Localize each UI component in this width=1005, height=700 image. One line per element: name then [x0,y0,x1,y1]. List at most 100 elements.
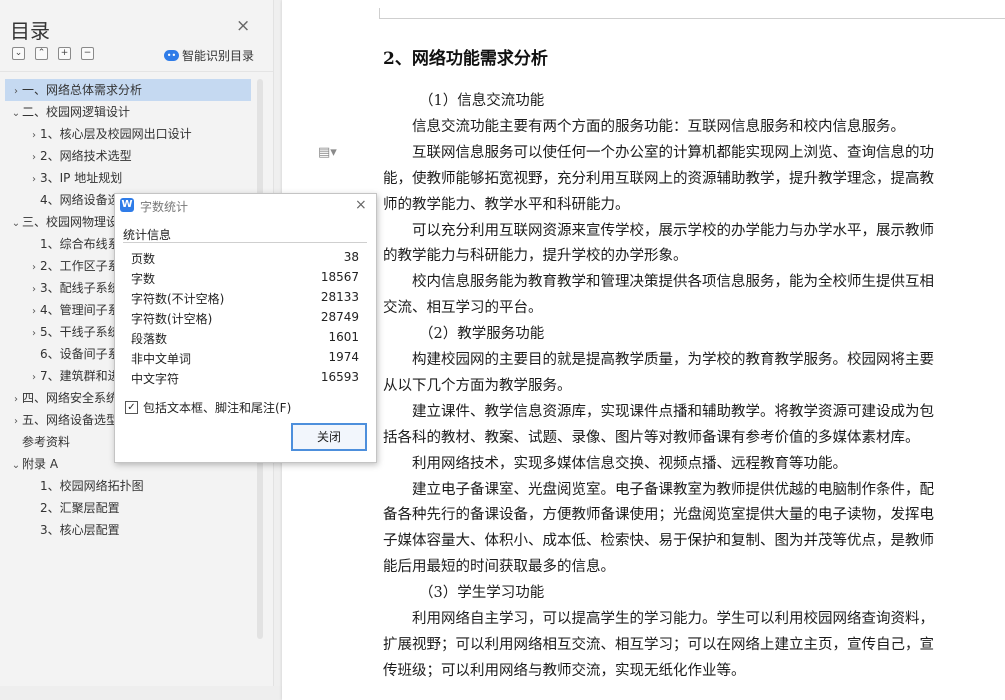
paragraph-line: 从以下几个方面为教学服务。 [383,377,572,394]
chevron-down-icon[interactable]: ⌄ [10,213,22,235]
stat-value: 28749 [320,310,359,324]
toc-item-label: 3、核心层配置 [40,523,120,537]
toc-item[interactable]: › 2、网络技术选型 [5,145,251,167]
paragraph-line: 构建校园网的主要目的就是提高教学质量，为学校的教育教学服务。校园网将主要 [412,352,934,368]
paragraph-line: 子媒体容量大、体积小、成本低、检索快、易于保护和复制、图为并茂等优点，是教师 [383,533,934,550]
stat-row: 页数 38 [131,250,359,268]
sidebar-divider [0,71,273,72]
toc-item-label: 附录 A [22,457,59,471]
stat-value: 1601 [328,330,359,344]
paragraph-line: 传班级；可以利用网络与教师交流，实现无纸化作业等。 [383,662,746,679]
section-heading: 2、网络功能需求分析 [383,49,548,69]
toc-item[interactable]: 3、核心层配置 [5,519,251,541]
stat-row: 字符数(不计空格) 28133 [131,290,359,308]
chevron-down-icon[interactable]: ⌄ [10,103,22,125]
section-divider [123,242,367,243]
chevron-right-icon[interactable]: › [28,367,40,389]
smart-toc-button[interactable]: •• 智能识别目录 [164,47,254,64]
stat-value: 38 [343,250,359,264]
toc-item-label: 1、校园网络拓扑图 [40,479,144,493]
close-button[interactable]: 关闭 [291,423,367,451]
document-area: ▤▾ 2、网络功能需求分析 （1）信息交流功能 信息交流功能主要有两个方面的服务功… [274,0,1005,700]
paragraph-line: 备各种先行的备课设备，方便教师备课使用；光盘阅览室提供大量的电子读物，发挥电 [383,507,934,524]
stat-label: 页数 [131,252,156,266]
stat-row: 中文字符 16593 [131,370,359,388]
margin-corner-mark [379,8,380,18]
chevron-right-icon[interactable]: › [28,257,40,279]
chevron-right-icon[interactable]: › [10,411,22,433]
collapse-all-icon[interactable]: ⌄ [12,47,25,60]
paragraph-line: 校内信息服务能为教育教学和管理决策提供各项信息服务，能为全校师生提供互相 [412,274,934,291]
toc-item-label: 2、网络技术选型 [40,149,132,163]
toc-item[interactable]: 1、校园网络拓扑图 [5,475,251,497]
chevron-right-icon[interactable]: › [28,125,40,147]
chevron-right-icon[interactable]: › [10,81,22,103]
expand-all-icon[interactable]: ⌃ [35,47,48,60]
sidebar-toolbar: ⌄ ⌃ + − [12,47,94,60]
chevron-right-icon[interactable]: › [10,389,22,411]
toc-item[interactable]: › 一、网络总体需求分析 [5,79,251,101]
toc-item-label: 1、核心层及校园网出口设计 [40,127,192,141]
paragraph-line: 建立电子备课室、光盘阅览室。电子备课教室为教师提供优越的电脑制作条件，配 [412,481,934,498]
stat-row: 非中文单词 1974 [131,350,359,368]
toc-item-label: 四、网络安全系统 [22,391,119,405]
document-page[interactable]: ▤▾ 2、网络功能需求分析 （1）信息交流功能 信息交流功能主要有两个方面的服务功… [282,0,1005,700]
wps-logo-icon: W [120,198,134,212]
add-heading-icon[interactable]: + [58,47,71,60]
paragraph-line: 能，使教师能够拓宽视野，充分利用互联网上的资源辅助教学，提升教学理念，提高教 [383,170,934,187]
include-textbox-checkbox-row[interactable]: ✓ 包括文本框、脚注和尾注(F) [125,399,291,416]
dialog-close-icon[interactable]: × [355,197,367,213]
chevron-right-icon[interactable]: › [28,279,40,301]
stat-label: 中文字符 [131,372,180,386]
toc-item[interactable]: › 1、核心层及校园网出口设计 [5,123,251,145]
checkbox[interactable]: ✓ [125,401,138,414]
remove-heading-icon[interactable]: − [81,47,94,60]
smart-toc-label: 智能识别目录 [182,49,255,63]
paragraph-line: 的教学能力与科研能力，提升学校的办学形象。 [383,248,688,265]
toc-item-label: 五、网络设备选型 [22,413,119,427]
toc-item-label: 5、干线子系统 [40,325,120,339]
chevron-down-icon[interactable]: ⌄ [10,455,22,477]
ai-icon: •• [164,50,179,61]
stats-section-label: 统计信息 [123,228,172,242]
checkbox-label: 包括文本框、脚注和尾注(F) [143,401,292,415]
paragraph-line: （1）信息交流功能 [419,93,545,109]
paragraph-line: 可以充分利用互联网资源来宣传学校，展示学校的办学能力与办学水平，展示教师 [412,222,934,239]
stat-value: 18567 [320,270,359,284]
paragraph-line: 利用网络技术，实现多媒体信息交换、视频点播、远程教育等功能。 [412,455,847,472]
stat-row: 段落数 1601 [131,330,359,348]
paragraph-line: 扩展视野；可以利用网络相互交流、相互学习；可以在网络上建立主页，宣传自己，宣 [383,636,934,653]
toc-item-label: 3、IP 地址规划 [40,171,123,185]
stat-label: 非中文单词 [131,352,192,366]
paragraph-line: 括各科的教材、教案、试题、录像、图片等对教师备课有参考价值的多媒体素材库。 [383,429,920,446]
paragraph-line: 建立课件、教学信息资源库，实现课件点播和辅助教学。将教学资源可建设成为包 [412,403,934,420]
toc-item-label: 2、汇聚层配置 [40,501,120,515]
paragraph-line: （2）教学服务功能 [419,326,545,343]
paragraph-line: 师的教学能力、教学水平和科研能力。 [383,196,630,213]
word-count-dialog: W 字数统计 × 统计信息 页数 38 字数 18567 字符数(不计空格) 28133 字… [114,193,377,463]
chevron-right-icon[interactable]: › [28,147,40,169]
toc-item-label: 一、网络总体需求分析 [22,83,143,97]
dialog-title: 字数统计 [140,200,189,214]
paragraph-line: 互联网信息服务可以使任何一个办公室的计算机都能实现网上浏览、查询信息的功 [412,144,934,161]
paragraph-line: （3）学生学习功能 [419,585,545,602]
stat-label: 字符数(不计空格) [131,292,225,306]
stat-label: 字符数(计空格) [131,312,213,326]
toc-item-label: 3、配线子系统 [40,281,120,295]
stat-value: 1974 [328,350,359,364]
toc-item[interactable]: › 3、IP 地址规划 [5,167,251,189]
toc-item-label: 二、校园网逻辑设计 [22,105,131,119]
stat-label: 段落数 [131,332,168,346]
chevron-right-icon[interactable]: › [28,323,40,345]
toc-item[interactable]: 2、汇聚层配置 [5,497,251,519]
sidebar-close-icon[interactable]: × [236,16,250,36]
chevron-right-icon[interactable]: › [28,169,40,191]
toc-item[interactable]: ⌄ 二、校园网逻辑设计 [5,101,251,123]
stat-row: 字符数(计空格) 28749 [131,310,359,328]
margin-line [379,18,1005,19]
paragraph-handle-icon[interactable]: ▤▾ [318,145,337,160]
stat-value: 28133 [320,290,359,304]
stat-row: 字数 18567 [131,270,359,288]
paragraph-line: 交流、相互学习的平台。 [383,300,543,317]
chevron-right-icon[interactable]: › [28,301,40,323]
